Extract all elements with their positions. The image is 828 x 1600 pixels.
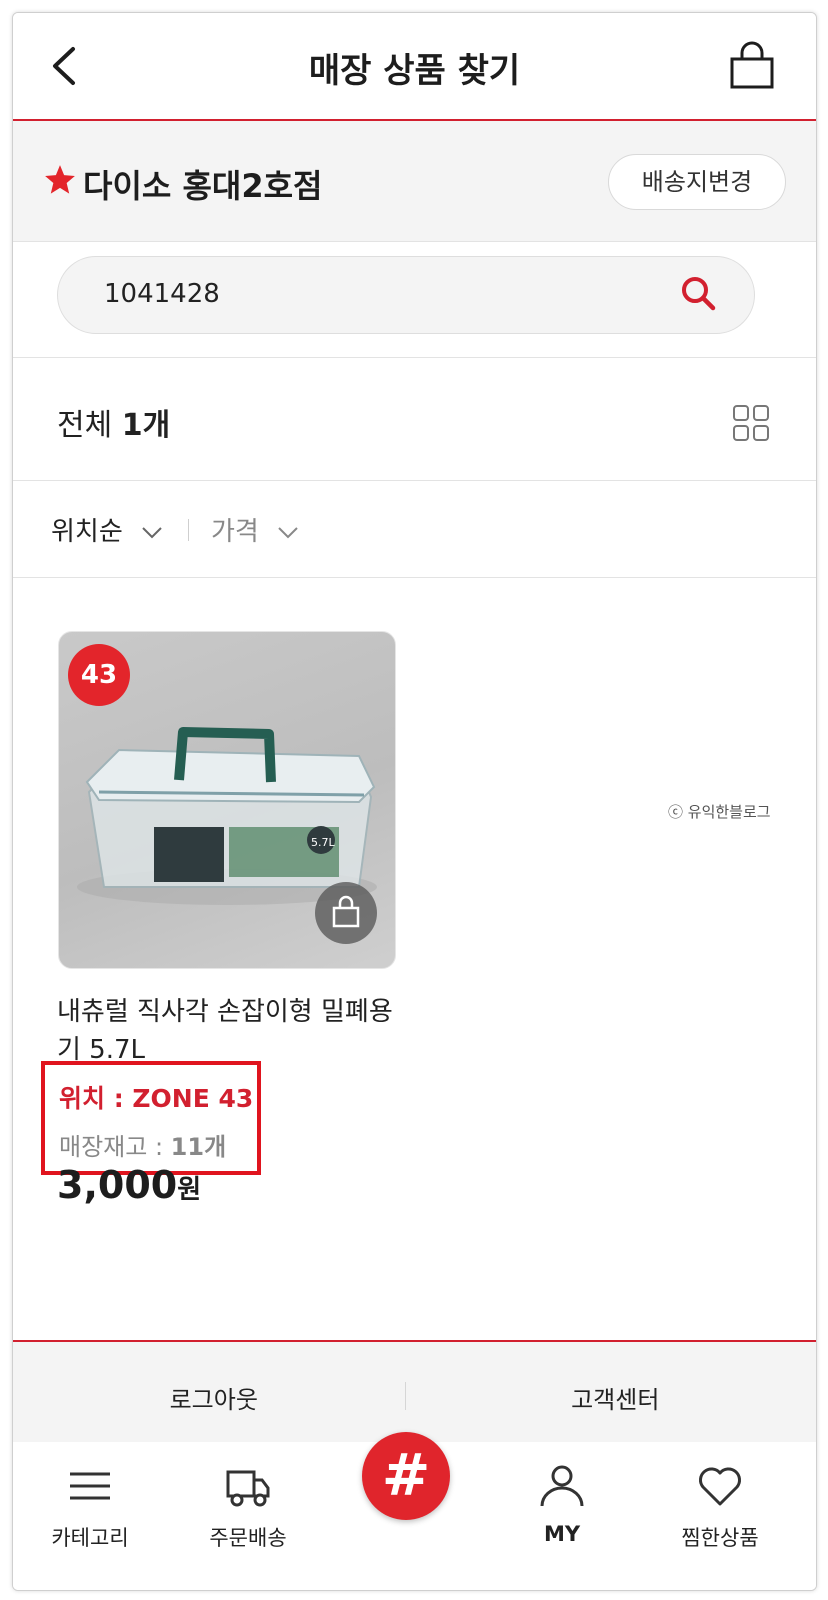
app-frame: 매장 상품 찾기 다이소 홍대2호점 배송지변경 1041428 전체 1개 위… [12, 12, 817, 1591]
search-input-value: 1041428 [104, 279, 220, 309]
location-highlight-box: 위치 : ZONE 43 매장재고 : 11개 [41, 1061, 261, 1175]
bottom-nav: 카테고리 주문배송 # MY 찜한상품 [13, 1432, 816, 1590]
product-price: 3,000원 [57, 1163, 201, 1207]
star-icon [45, 165, 75, 194]
sort-by-price[interactable]: 가격 [211, 511, 299, 548]
svg-text:5.7L: 5.7L [311, 836, 335, 849]
change-address-button[interactable]: 배송지변경 [608, 154, 786, 210]
chevron-down-icon [278, 526, 298, 538]
result-count-value: 1개 [121, 408, 171, 443]
watermark: ⓒ 유익한블로그 [668, 803, 771, 821]
shopping-bag-icon[interactable] [728, 41, 776, 91]
nav-wishlist[interactable]: 찜한상품 [655, 1442, 785, 1590]
result-count: 전체 1개 [57, 400, 170, 444]
sort-divider [188, 519, 189, 541]
sort-by-location[interactable]: 위치순 [51, 511, 163, 548]
product-name[interactable]: 내츄럴 직사각 손잡이형 밀폐용기 5.7L [57, 993, 397, 1069]
store-bar: 다이소 홍대2호점 배송지변경 [13, 121, 816, 242]
stock-label: 매장재고 : [59, 1133, 171, 1161]
product-location: 위치 : ZONE 43 [59, 1084, 254, 1113]
nav-my[interactable]: MY [497, 1442, 627, 1590]
heart-icon [699, 1467, 741, 1506]
zone-badge: 43 [68, 644, 130, 706]
nav-category-label: 카테고리 [51, 1526, 129, 1550]
result-count-row: 전체 1개 [13, 358, 816, 481]
add-to-cart-button[interactable] [315, 882, 377, 944]
sort-by-price-label: 가격 [211, 517, 259, 547]
sort-by-location-label: 위치순 [51, 517, 123, 547]
shopping-bag-icon [332, 895, 360, 928]
price-unit: 원 [177, 1175, 202, 1205]
stock-value: 11개 [170, 1133, 227, 1161]
search-area: 1041428 [13, 242, 816, 358]
product-stock: 매장재고 : 11개 [59, 1127, 226, 1162]
page-title: 매장 상품 찾기 [308, 51, 521, 91]
logout-link[interactable]: 로그아웃 [13, 1380, 415, 1415]
search-input[interactable]: 1041428 [57, 256, 755, 334]
result-count-label: 전체 [57, 408, 122, 443]
footer-links: 로그아웃 고객센터 [13, 1340, 816, 1442]
customer-center-link[interactable]: 고객센터 [415, 1380, 817, 1415]
nav-wishlist-label: 찜한상품 [681, 1526, 759, 1550]
truck-icon [226, 1470, 270, 1507]
nav-delivery-label: 주문배송 [209, 1526, 287, 1550]
person-icon [540, 1465, 584, 1507]
price-value: 3,000 [57, 1163, 178, 1207]
menu-icon [70, 1472, 110, 1500]
chevron-down-icon [142, 526, 162, 538]
store-name: 다이소 홍대2호점 [83, 167, 323, 205]
search-icon[interactable] [678, 273, 720, 315]
nav-my-label: MY [543, 1522, 581, 1546]
grid-view-icon[interactable] [732, 404, 770, 442]
top-app-bar: 매장 상품 찾기 [13, 13, 816, 121]
nav-delivery[interactable]: 주문배송 [183, 1442, 313, 1590]
nav-category[interactable]: 카테고리 [25, 1442, 155, 1590]
footer-divider [405, 1382, 406, 1410]
hashtag-button[interactable]: # [362, 1432, 450, 1520]
product-image[interactable]: 5.7L 43 [58, 631, 396, 969]
sort-bar: 위치순 가격 [13, 481, 816, 578]
